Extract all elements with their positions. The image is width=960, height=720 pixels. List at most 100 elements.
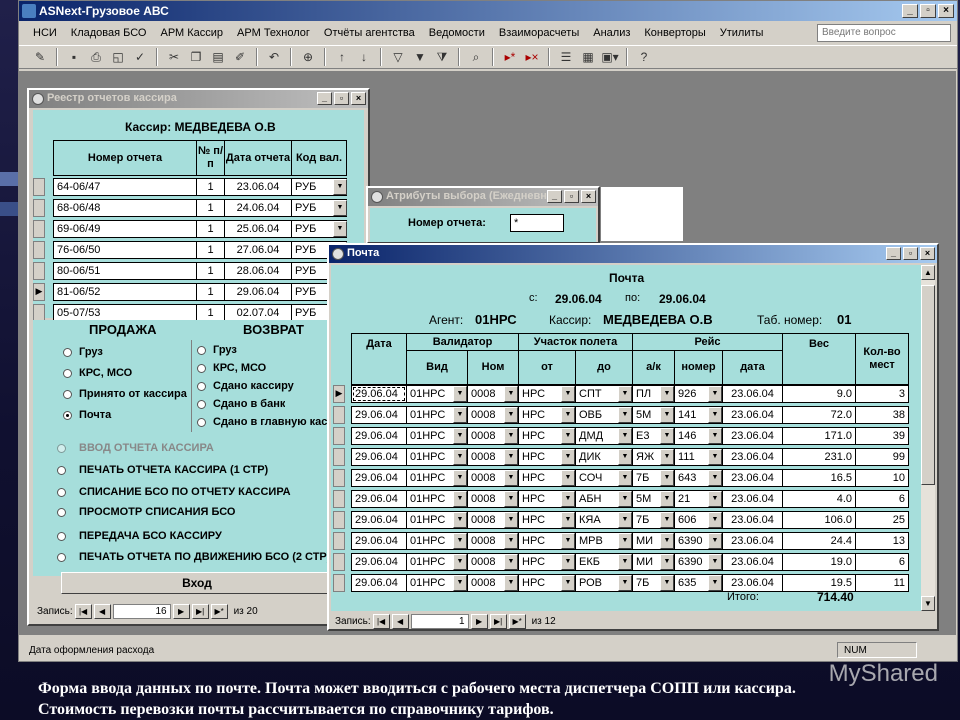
return-option-radio[interactable]: [197, 400, 206, 409]
report-num-input[interactable]: *: [510, 214, 564, 232]
last-record-button[interactable]: ▶|: [191, 603, 209, 619]
places-cell[interactable]: 38: [855, 406, 909, 424]
help-icon[interactable]: ?: [635, 48, 653, 66]
flight-date-cell[interactable]: 23.06.04: [722, 469, 783, 487]
places-cell[interactable]: 99: [855, 448, 909, 466]
menu-item[interactable]: Отчёты агентства: [324, 27, 415, 39]
report-num-cell[interactable]: 68-06/48: [53, 199, 197, 217]
new-record-button[interactable]: ▶*: [210, 603, 228, 619]
record-selector[interactable]: [33, 241, 45, 259]
report-num-cell[interactable]: 81-06/52: [53, 283, 197, 301]
action-label[interactable]: ПРОСМОТР СПИСАНИЯ БСО: [79, 506, 235, 518]
sale-option-radio[interactable]: [63, 369, 72, 378]
last-record-button[interactable]: ▶|: [489, 613, 507, 629]
places-cell[interactable]: 39: [855, 427, 909, 445]
menu-item[interactable]: АРМ Кассир: [160, 27, 223, 39]
action-label[interactable]: СПИСАНИЕ БСО ПО ОТЧЕТУ КАССИРА: [79, 486, 291, 498]
action-label[interactable]: ПЕРЕДАЧА БСО КАССИРУ: [79, 530, 222, 542]
segment-to-dropdown-icon[interactable]: ▼: [618, 449, 632, 465]
validator-num-dropdown-icon[interactable]: ▼: [504, 491, 518, 507]
validator-num-dropdown-icon[interactable]: ▼: [504, 554, 518, 570]
action-label[interactable]: ВВОД ОТЧЕТА КАССИРА: [79, 442, 214, 454]
attributes-maximize-button[interactable]: ▫: [564, 190, 579, 203]
validator-num-dropdown-icon[interactable]: ▼: [504, 428, 518, 444]
sort-descending-icon[interactable]: ↓: [355, 48, 373, 66]
registry-close-button[interactable]: ×: [351, 92, 366, 105]
save-icon[interactable]: ▪: [65, 48, 83, 66]
post-close-button[interactable]: ×: [920, 247, 935, 260]
segment-from-dropdown-icon[interactable]: ▼: [561, 512, 575, 528]
weight-cell[interactable]: 4.0: [782, 490, 856, 508]
validator-num-dropdown-icon[interactable]: ▼: [504, 575, 518, 591]
action-label[interactable]: ПЕЧАТЬ ОТЧЕТА ПО ДВИЖЕНИЮ БСО (2 СТР): [79, 551, 330, 563]
sale-option-radio[interactable]: [63, 390, 72, 399]
airline-dropdown-icon[interactable]: ▼: [660, 491, 674, 507]
menu-item[interactable]: АРМ Технолог: [237, 27, 310, 39]
flight-date-cell[interactable]: 23.06.04: [722, 406, 783, 424]
segment-to-dropdown-icon[interactable]: ▼: [618, 491, 632, 507]
segment-to-dropdown-icon[interactable]: ▼: [618, 407, 632, 423]
places-cell[interactable]: 13: [855, 532, 909, 550]
segment-from-dropdown-icon[interactable]: ▼: [561, 554, 575, 570]
return-option-radio[interactable]: [197, 418, 206, 427]
validator-kind-dropdown-icon[interactable]: ▼: [453, 512, 467, 528]
flight-number-dropdown-icon[interactable]: ▼: [708, 407, 722, 423]
segment-from-dropdown-icon[interactable]: ▼: [561, 533, 575, 549]
validator-kind-dropdown-icon[interactable]: ▼: [453, 470, 467, 486]
validator-kind-dropdown-icon[interactable]: ▼: [453, 533, 467, 549]
ask-question-input[interactable]: Введите вопрос: [817, 24, 951, 42]
places-cell[interactable]: 10: [855, 469, 909, 487]
flight-number-dropdown-icon[interactable]: ▼: [708, 512, 722, 528]
menu-item[interactable]: Взаиморасчеты: [499, 27, 579, 39]
flight-date-cell[interactable]: 23.06.04: [722, 448, 783, 466]
weight-cell[interactable]: 106.0: [782, 511, 856, 529]
enter-button[interactable]: Вход: [61, 572, 333, 594]
places-cell[interactable]: 11: [855, 574, 909, 592]
record-selector[interactable]: [333, 427, 345, 445]
scroll-thumb[interactable]: [921, 285, 935, 485]
date-cell[interactable]: 29.06.04: [351, 532, 407, 550]
close-button[interactable]: ×: [938, 4, 954, 18]
prev-record-button[interactable]: ◀: [391, 613, 409, 629]
places-cell[interactable]: 25: [855, 511, 909, 529]
currency-dropdown-icon[interactable]: ▼: [333, 200, 347, 216]
undo-icon[interactable]: ↶: [265, 48, 283, 66]
places-cell[interactable]: 6: [855, 490, 909, 508]
pp-cell[interactable]: 1: [196, 241, 225, 259]
record-selector[interactable]: ▶: [33, 283, 45, 301]
return-option-radio[interactable]: [197, 364, 206, 373]
flight-number-dropdown-icon[interactable]: ▼: [708, 575, 722, 591]
menu-item[interactable]: Анализ: [593, 27, 630, 39]
new-object-icon[interactable]: ▣▾: [601, 48, 619, 66]
weight-cell[interactable]: 231.0: [782, 448, 856, 466]
airline-dropdown-icon[interactable]: ▼: [660, 575, 674, 591]
find-icon[interactable]: ⌕: [467, 48, 485, 66]
record-selector[interactable]: [33, 178, 45, 196]
currency-dropdown-icon[interactable]: ▼: [333, 221, 347, 237]
report-date-cell[interactable]: 28.06.04: [224, 262, 292, 280]
flight-date-cell[interactable]: 23.06.04: [722, 385, 783, 403]
weight-cell[interactable]: 72.0: [782, 406, 856, 424]
menu-item[interactable]: Ведомости: [429, 27, 485, 39]
segment-to-dropdown-icon[interactable]: ▼: [618, 554, 632, 570]
pp-cell[interactable]: 1: [196, 199, 225, 217]
date-cell[interactable]: 29.06.04: [351, 427, 407, 445]
sale-option-radio[interactable]: [63, 411, 72, 420]
new-record-icon[interactable]: ▸*: [501, 48, 519, 66]
flight-number-dropdown-icon[interactable]: ▼: [708, 491, 722, 507]
airline-dropdown-icon[interactable]: ▼: [660, 533, 674, 549]
pp-cell[interactable]: 1: [196, 220, 225, 238]
record-selector[interactable]: [33, 199, 45, 217]
flight-date-cell[interactable]: 23.06.04: [722, 511, 783, 529]
places-cell[interactable]: 6: [855, 553, 909, 571]
validator-num-dropdown-icon[interactable]: ▼: [504, 512, 518, 528]
segment-from-dropdown-icon[interactable]: ▼: [561, 470, 575, 486]
menu-item[interactable]: НСИ: [33, 27, 57, 39]
print-preview-icon[interactable]: ◱: [109, 48, 127, 66]
flight-number-dropdown-icon[interactable]: ▼: [708, 428, 722, 444]
validator-num-dropdown-icon[interactable]: ▼: [504, 449, 518, 465]
validator-kind-dropdown-icon[interactable]: ▼: [453, 491, 467, 507]
next-record-button[interactable]: ▶: [470, 613, 488, 629]
segment-to-dropdown-icon[interactable]: ▼: [618, 575, 632, 591]
date-cell[interactable]: 29.06.04: [351, 469, 407, 487]
